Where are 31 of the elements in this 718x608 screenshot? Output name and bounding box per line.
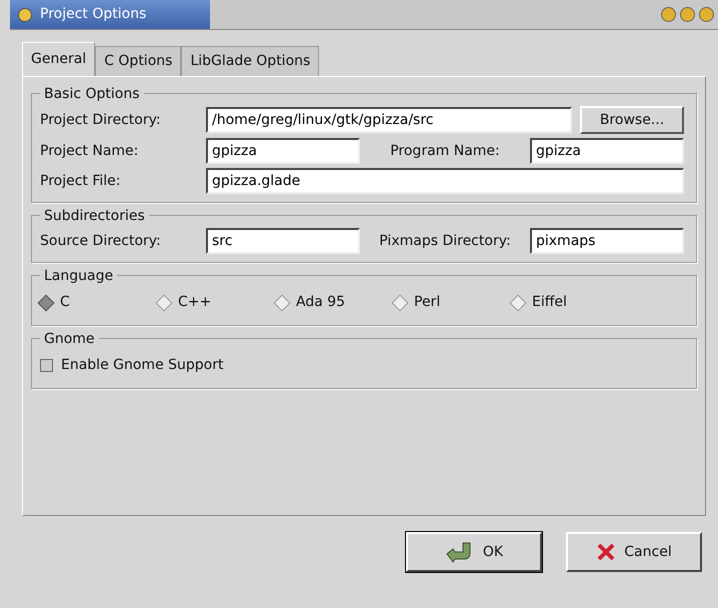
tab[interactable]: General (22, 42, 96, 76)
ok-button[interactable]: OK (406, 532, 542, 572)
minimize-icon[interactable] (661, 7, 676, 22)
radio-label: Eiffel (532, 293, 567, 312)
radio-label: Ada 95 (296, 293, 346, 312)
window-menu-icon[interactable] (18, 8, 32, 22)
text-field[interactable]: /home/greg/linux/gtk/gpizza/src (206, 107, 572, 133)
checkbox-label: Enable Gnome Support (61, 356, 224, 375)
text-field[interactable]: src (206, 228, 360, 254)
text-field[interactable]: gpizza.glade (206, 168, 684, 194)
tab[interactable]: LibGlade Options (181, 46, 320, 76)
close-icon[interactable] (699, 7, 714, 22)
text-field[interactable]: pixmaps (530, 228, 684, 254)
text-field[interactable]: gpizza (530, 138, 684, 164)
field-label: Pixmaps Directory: (379, 232, 511, 250)
tab[interactable]: C Options (95, 46, 182, 76)
cross-icon (596, 542, 616, 562)
field-label: Project Directory: (40, 110, 162, 130)
radio-label: C++ (178, 293, 212, 312)
radio-label: C (60, 293, 70, 312)
maximize-icon[interactable] (680, 7, 695, 22)
field-label: Project File: (40, 172, 122, 190)
browse-button[interactable]: Browse... (580, 106, 684, 134)
radio-label: Perl (414, 293, 440, 312)
field-label: Program Name: (390, 142, 500, 160)
window-title: Project Options (40, 5, 146, 24)
field-label: Source Directory: (40, 232, 162, 250)
cancel-button[interactable]: Cancel (566, 532, 702, 572)
checkbox[interactable] (40, 359, 53, 372)
field-label: Project Name: (40, 142, 140, 160)
text-field[interactable]: gpizza (206, 138, 360, 164)
